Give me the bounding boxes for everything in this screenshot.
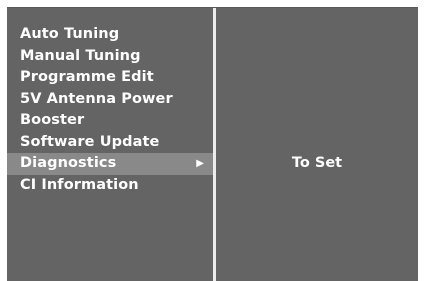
- menu-list: Auto Tuning Manual Tuning Programme Edit…: [7, 24, 213, 196]
- menu-item-label: Software Update: [20, 133, 160, 150]
- menu-item-diagnostics[interactable]: Diagnostics ▶: [7, 153, 213, 175]
- menu-item-auto-tuning[interactable]: Auto Tuning: [7, 24, 213, 46]
- submenu-panel: To Set: [216, 8, 418, 281]
- menu-item-label: Manual Tuning: [20, 47, 141, 64]
- menu-item-ci-information[interactable]: CI Information: [7, 175, 213, 197]
- submenu-value[interactable]: To Set: [216, 153, 418, 174]
- menu-item-label: Diagnostics: [20, 155, 117, 171]
- menu-item-manual-tuning[interactable]: Manual Tuning: [7, 46, 213, 68]
- menu-item-booster[interactable]: Booster: [7, 110, 213, 132]
- menu-item-label: Booster: [20, 112, 85, 128]
- menu-item-label: CI Information: [20, 176, 139, 193]
- menu-panel: Auto Tuning Manual Tuning Programme Edit…: [7, 8, 213, 281]
- menu-item-software-update[interactable]: Software Update: [7, 132, 213, 154]
- menu-item-programme-edit[interactable]: Programme Edit: [7, 67, 213, 89]
- menu-item-label: Programme Edit: [20, 69, 154, 85]
- setup-menu: Auto Tuning Manual Tuning Programme Edit…: [7, 7, 418, 281]
- tv-setup-screen: Auto Tuning Manual Tuning Programme Edit…: [0, 0, 424, 281]
- menu-item-label: 5V Antenna Power: [20, 90, 173, 107]
- menu-item-5v-antenna-power[interactable]: 5V Antenna Power: [7, 89, 213, 111]
- right-triangle-icon: ▶: [196, 158, 204, 169]
- menu-item-label: Auto Tuning: [20, 26, 120, 42]
